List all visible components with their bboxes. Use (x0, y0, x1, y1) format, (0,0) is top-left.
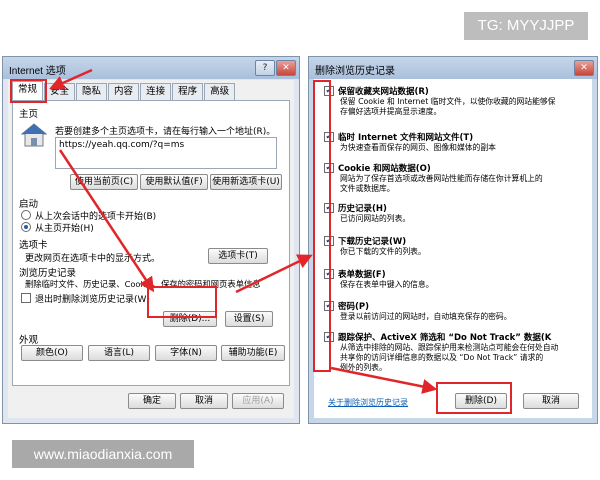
arrow-to-general-tab (49, 68, 93, 90)
arrow-to-checkbox-column (235, 254, 313, 294)
arrow-to-delete-button (58, 149, 155, 293)
arrow-to-confirm-delete (330, 366, 438, 394)
annotation-arrows (49, 68, 438, 394)
watermark-bottom: www.miaodianxia.com (12, 440, 194, 468)
